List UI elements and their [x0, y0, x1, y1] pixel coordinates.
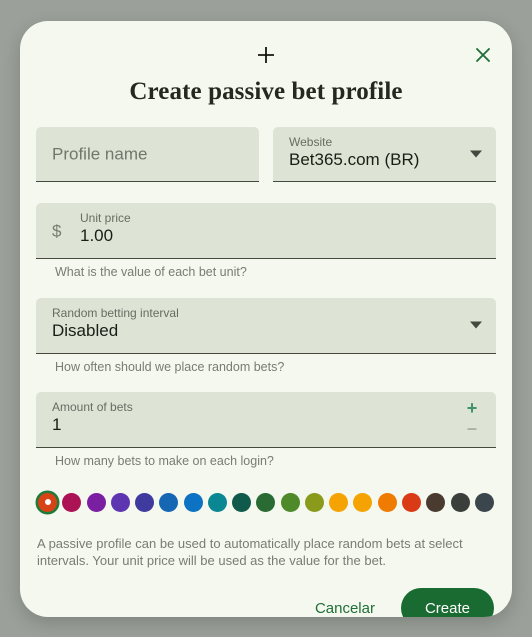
color-swatch-4[interactable]: [135, 492, 155, 512]
unit-price-helper: What is the value of each bet unit?: [55, 265, 247, 279]
profile-name-placeholder: Profile name: [52, 144, 148, 164]
name-website-row: Profile name Website Bet365.com (BR): [36, 127, 496, 182]
dollar-icon: $: [52, 221, 62, 240]
plus-icon: [254, 43, 278, 67]
color-swatch-14[interactable]: [377, 492, 397, 512]
color-swatch-15[interactable]: [401, 492, 421, 512]
color-swatch-10[interactable]: [280, 492, 300, 512]
website-value: Bet365.com (BR): [289, 150, 420, 169]
page-title: Create passive bet profile: [129, 78, 403, 105]
amount-of-bets-label: Amount of bets: [52, 400, 133, 414]
amount-of-bets-helper: How many bets to make on each login?: [55, 454, 274, 468]
color-swatch-13[interactable]: [353, 492, 373, 512]
color-swatch-2[interactable]: [86, 492, 106, 512]
color-swatch-1[interactable]: [62, 492, 82, 512]
color-swatch-11[interactable]: [304, 492, 324, 512]
dialog-actions: Cancelar Create: [20, 588, 512, 617]
website-select[interactable]: Website Bet365.com (BR): [273, 127, 496, 182]
form-body: Profile name Website Bet365.com (BR) $ U…: [20, 127, 512, 468]
close-icon: [476, 48, 490, 62]
unit-price-label: Unit price: [80, 211, 131, 225]
random-betting-interval-label: Random betting interval: [52, 305, 179, 320]
color-swatch-9[interactable]: [256, 492, 276, 512]
profile-name-field[interactable]: Profile name: [36, 127, 259, 182]
website-label: Website: [289, 135, 333, 149]
dialog-header: [20, 21, 512, 79]
amount-of-bets-value: 1: [52, 415, 62, 434]
random-betting-interval-select[interactable]: Random betting interval Disabled: [36, 297, 496, 354]
create-button[interactable]: Create: [400, 588, 494, 617]
color-swatch-3[interactable]: [110, 492, 130, 512]
close-button[interactable]: [468, 40, 498, 70]
random-betting-interval-value: Disabled: [52, 320, 119, 340]
stepper-controls: + –: [461, 392, 483, 447]
color-swatch-8[interactable]: [232, 492, 252, 512]
color-swatch-18[interactable]: [474, 492, 494, 512]
unit-price-value: 1.00: [80, 226, 114, 245]
amount-of-bets-stepper[interactable]: Amount of bets 1 + –: [36, 392, 496, 448]
increment-button[interactable]: +: [461, 399, 483, 417]
color-picker: [20, 492, 512, 512]
chevron-down-icon[interactable]: [470, 150, 482, 158]
create-passive-bet-profile-dialog: Create passive bet profile Profile name …: [20, 21, 512, 617]
color-swatch-16[interactable]: [426, 492, 446, 512]
color-swatch-17[interactable]: [450, 492, 470, 512]
unit-price-field[interactable]: $ Unit price 1.00: [36, 203, 496, 259]
dialog-description: A passive profile can be used to automat…: [37, 535, 463, 568]
color-swatch-6[interactable]: [183, 492, 203, 512]
color-swatch-0[interactable]: [38, 492, 57, 512]
cancel-button[interactable]: Cancelar: [303, 590, 387, 617]
color-swatch-7[interactable]: [207, 492, 227, 512]
color-swatch-5[interactable]: [159, 492, 179, 512]
random-betting-interval-helper: How often should we place random bets?: [55, 359, 285, 374]
chevron-down-icon[interactable]: [470, 321, 482, 329]
decrement-button[interactable]: –: [461, 419, 483, 437]
color-swatch-12[interactable]: [329, 492, 349, 512]
